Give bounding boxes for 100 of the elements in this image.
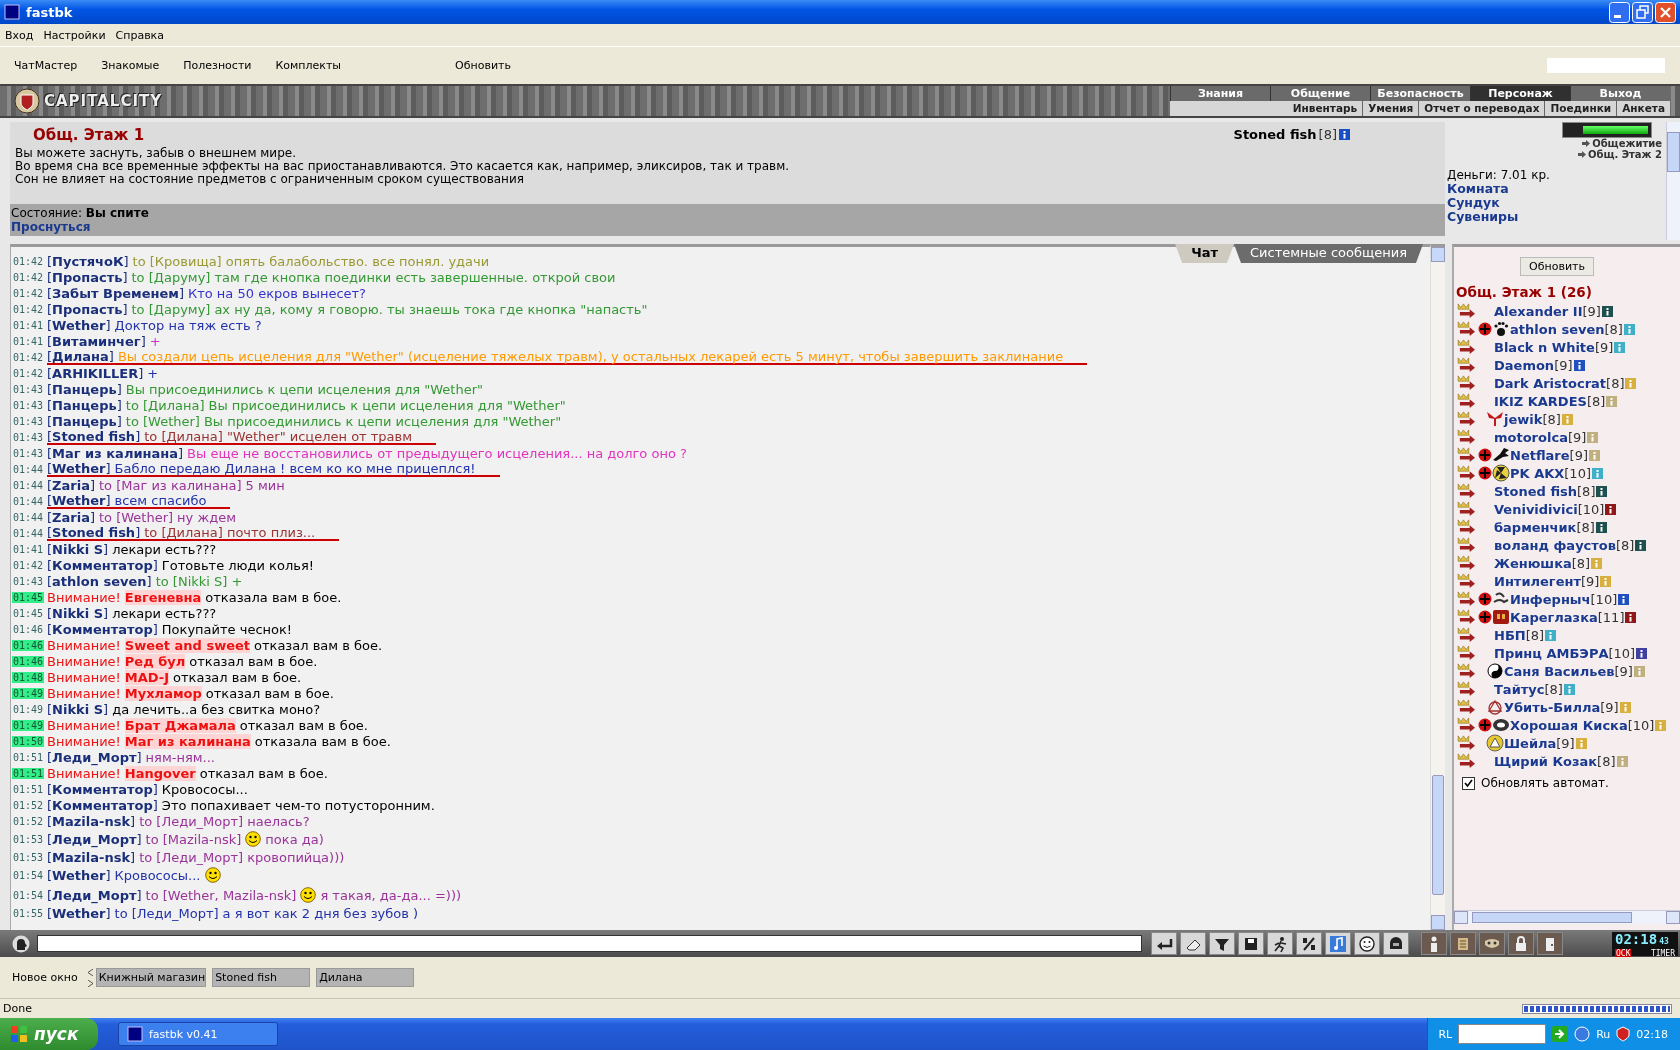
user-name[interactable]: Инферныч [1510,591,1591,607]
tool-button[interactable] [1296,932,1322,955]
scroll-left-icon[interactable] [87,968,93,976]
author-name[interactable]: [Wether] [47,317,111,333]
arrow-icon[interactable] [1456,411,1478,427]
nav-link[interactable]: Инвентарь [1287,101,1363,116]
author-name[interactable]: [Zaria] [47,477,95,493]
author-name[interactable]: [Stoned fish] [47,428,141,444]
recipient-name[interactable]: to [Wether, Mazila-nsk] [145,887,297,903]
user-name[interactable]: athlon seven [1510,321,1605,337]
exit-link[interactable]: Общежитие [1592,138,1662,149]
arrow-icon[interactable] [1456,699,1478,715]
arrow-icon[interactable] [1456,609,1478,625]
author-name[interactable]: [Wether] [47,460,111,476]
arrow-icon[interactable] [1456,393,1478,409]
author-name[interactable]: [Комментатор] [47,797,158,813]
tool-button[interactable] [1267,932,1293,955]
info-icon[interactable] [1601,305,1613,317]
tool-button[interactable] [1238,932,1264,955]
info-icon[interactable] [1618,593,1630,605]
nav-tab[interactable]: Безопасность [1370,86,1470,101]
arrow-icon[interactable] [1456,717,1478,733]
author-name[interactable]: [Mazila-nsk] [47,849,136,865]
author-name[interactable]: [Комментатор] [47,621,158,637]
user-name[interactable]: PK AKX [1510,465,1565,481]
user-name[interactable]: Принц АМБЭРА [1494,645,1609,661]
menu-item[interactable]: Справка [115,28,164,42]
tool-button[interactable] [1180,932,1206,955]
head-icon[interactable] [12,934,30,953]
side-link[interactable]: Сундук [1447,196,1666,210]
user-name[interactable]: барменчик [1494,519,1577,535]
arrow-icon[interactable] [1456,321,1478,337]
nav-link[interactable]: Анкета [1616,101,1670,116]
author-name[interactable]: [Wether] [47,905,111,921]
info-icon[interactable] [1605,503,1617,515]
chat-tab[interactable]: Чат [1175,244,1234,263]
author-name[interactable]: [Панцерь] [47,397,122,413]
arrow-icon[interactable] [1456,591,1478,607]
arrow-icon[interactable] [1456,519,1478,535]
recipient-name[interactable]: to [Маг из калинана] [99,477,242,493]
author-name[interactable]: [Леди_Морт] [47,831,142,847]
user-name[interactable]: Убить-Билла [1504,699,1601,715]
user-name[interactable]: jewik [1504,411,1543,427]
player-name[interactable]: Stoned fish [1233,127,1317,142]
author-name[interactable]: [ПустячоК] [47,253,129,269]
refresh-button[interactable]: Обновить [1520,257,1594,276]
info-icon[interactable] [1596,485,1608,497]
arrow-icon[interactable] [1456,573,1478,589]
author-name[interactable]: [Nikki S] [47,605,109,621]
author-name[interactable]: [Wether] [47,492,111,508]
nav-tab[interactable]: Знания [1170,86,1270,101]
scrollbar[interactable] [1430,244,1445,930]
menu-item[interactable]: Вход [5,28,34,42]
nav-link[interactable]: Умения [1362,101,1419,116]
toolbar-item[interactable]: Обновить [455,59,511,72]
user-name[interactable]: Venividivici [1494,501,1578,517]
user-name[interactable]: воланд фаустов [1494,537,1616,553]
arrow-icon[interactable] [1456,645,1478,661]
toolbar-item[interactable]: ЧатМастер [14,59,78,72]
exit-link[interactable]: Общ. Этаж 2 [1587,149,1662,160]
window-tab[interactable]: Stoned fish [212,968,311,987]
tool-button[interactable] [1383,932,1409,955]
toolbar-item[interactable]: Знакомые [101,59,160,72]
user-name[interactable]: Black n White [1494,339,1595,355]
user-name[interactable]: Щирий Козак [1494,753,1598,769]
arrow-icon[interactable] [1456,339,1478,355]
author-name[interactable]: [Витаминчег] [47,333,146,349]
nav-link[interactable]: Отчет о переводах [1418,101,1545,116]
input-field[interactable] [1547,58,1665,73]
author-name[interactable]: [Mazila-nsk] [47,813,136,829]
wake-link[interactable]: Проснуться [11,220,1444,234]
minimize-button[interactable] [1609,1,1630,23]
search-box[interactable] [1458,1024,1547,1044]
user-name[interactable]: IKIZ KARDES [1494,393,1587,409]
arrow-icon[interactable] [1456,303,1478,319]
shield-icon[interactable] [1616,1026,1631,1042]
author-name[interactable]: [Панцерь] [47,381,122,397]
author-name[interactable]: [Леди_Морт] [47,887,142,903]
chat-tab[interactable]: Системные сообщения [1233,244,1423,263]
checkbox[interactable] [1462,776,1475,790]
arrow-icon[interactable] [1456,447,1478,463]
author-name[interactable]: [Комментатор] [47,557,158,573]
arrow-icon[interactable] [1456,429,1478,445]
author-name[interactable]: [Дилана] [47,348,114,364]
arrow-icon[interactable] [1456,357,1478,373]
user-name[interactable]: Dark Aristocrat [1494,375,1607,391]
recipient-name[interactable]: to [Леди_Морт] [139,849,244,865]
author-name[interactable]: [Wether] [47,867,111,883]
new-window-link[interactable]: Новое окно [12,971,78,984]
arrow-icon[interactable] [1456,501,1478,517]
tool-button[interactable] [1354,932,1380,955]
user-name[interactable]: Женюшка [1494,555,1572,571]
toolbar-item[interactable]: Комплекты [275,59,342,72]
side-link[interactable]: Сувениры [1447,210,1666,224]
user-name[interactable]: Daemon [1494,357,1555,373]
user-name[interactable]: Интилегент [1494,573,1581,589]
menu-item[interactable]: Настройки [43,28,106,42]
info-icon[interactable] [1573,359,1585,371]
tool-button[interactable] [1151,932,1177,955]
author-name[interactable]: [ARHIKILLER] [47,365,144,381]
